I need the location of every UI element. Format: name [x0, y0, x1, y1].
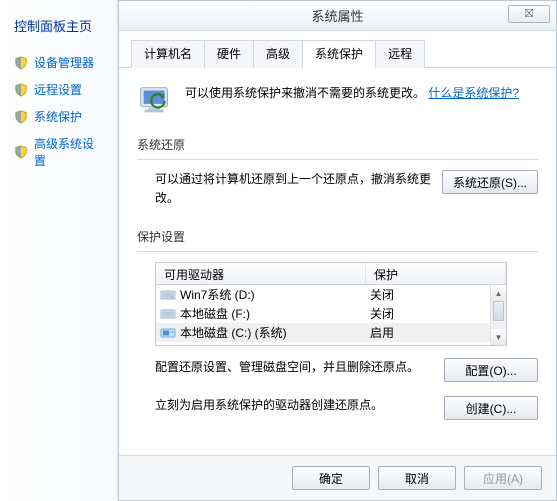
- sidebar-item-label: 远程设置: [34, 81, 82, 98]
- scroll-up-button[interactable]: ▲: [491, 285, 506, 301]
- drive-status: 关闭: [370, 305, 394, 322]
- create-row: 立刻为启用系统保护的驱动器创建还原点。 创建(C)...: [137, 396, 538, 420]
- sidebar-title: 控制面板主页: [0, 16, 117, 49]
- intro-message: 可以使用系统保护来撤消不需要的系统更改。: [185, 86, 425, 100]
- column-header-protection[interactable]: 保护: [366, 263, 506, 284]
- table-row[interactable]: 本地磁盘 (F:) 关闭: [156, 304, 506, 323]
- intro-text: 可以使用系统保护来撤消不需要的系统更改。 什么是系统保护?: [185, 82, 538, 102]
- drive-name: Win7系统 (D:): [180, 286, 370, 303]
- sidebar-item-label: 系统保护: [34, 108, 82, 125]
- close-icon: ⛝: [525, 8, 533, 21]
- tab-system-protection[interactable]: 系统保护: [302, 40, 376, 68]
- system-properties-dialog: 系统属性 ⛝ 计算机名 硬件 高级 系统保护 远程 可以使用系: [118, 0, 557, 501]
- control-panel-sidebar: 控制面板主页 设备管理器 远程设置 系统保护 高级系统设置: [0, 0, 118, 501]
- sidebar-item-label: 设备管理器: [34, 54, 94, 71]
- shield-icon: [14, 56, 28, 70]
- drives-table-body: Win7系统 (D:) 关闭 本地磁盘 (F:) 关闭 本地磁盘 (C:) (系…: [156, 285, 506, 346]
- create-description: 立刻为启用系统保护的驱动器创建还原点。: [155, 396, 434, 414]
- shield-icon: [14, 83, 28, 97]
- configure-row: 配置还原设置、管理磁盘空间，并且删除还原点。 配置(O)...: [137, 358, 538, 382]
- table-row[interactable]: 本地磁盘 (C:) (系统) 启用: [156, 323, 506, 342]
- dialog-footer: 确定 取消 应用(A): [119, 455, 556, 500]
- monitor-restore-icon: [137, 82, 175, 120]
- system-restore-row: 可以通过将计算机还原到上一个还原点，撤消系统更改。 系统还原(S)...: [137, 170, 538, 208]
- vertical-scrollbar[interactable]: ▲ ▼: [490, 285, 506, 345]
- tab-hardware[interactable]: 硬件: [204, 40, 254, 68]
- table-row[interactable]: Win7系统 (D:) 关闭: [156, 285, 506, 304]
- drive-name: 本地磁盘 (C:) (系统): [180, 324, 370, 341]
- tab-computer-name[interactable]: 计算机名: [131, 40, 205, 68]
- create-button[interactable]: 创建(C)...: [444, 396, 538, 420]
- drive-status: 关闭: [370, 286, 394, 303]
- sidebar-item-device-manager[interactable]: 设备管理器: [0, 49, 117, 76]
- protection-settings-group-title: 保护设置: [137, 228, 538, 245]
- drive-status: 关闭: [370, 343, 394, 346]
- hard-drive-icon: [160, 346, 176, 347]
- system-restore-group-title: 系统还原: [137, 136, 538, 153]
- hard-drive-icon: [160, 308, 176, 320]
- table-row[interactable]: 本地磁盘 (E:) 关闭: [156, 342, 506, 346]
- shield-icon: [14, 145, 28, 159]
- drives-table-header: 可用驱动器 保护: [156, 263, 506, 285]
- tabs: 计算机名 硬件 高级 系统保护 远程: [119, 31, 556, 68]
- dialog-titlebar: 系统属性 ⛝: [119, 1, 556, 31]
- sidebar-item-system-protection[interactable]: 系统保护: [0, 103, 117, 130]
- system-drive-icon: [160, 327, 176, 339]
- divider: [137, 251, 538, 252]
- scroll-down-button[interactable]: ▼: [491, 329, 506, 345]
- drive-name: 本地磁盘 (F:): [180, 305, 370, 322]
- hard-drive-icon: [160, 289, 176, 301]
- configure-description: 配置还原设置、管理磁盘空间，并且删除还原点。: [155, 358, 434, 376]
- sidebar-item-remote-settings[interactable]: 远程设置: [0, 76, 117, 103]
- configure-button[interactable]: 配置(O)...: [444, 358, 538, 382]
- apply-button[interactable]: 应用(A): [464, 466, 542, 490]
- dialog-title: 系统属性: [311, 6, 363, 25]
- system-restore-description: 可以通过将计算机还原到上一个还原点，撤消系统更改。: [155, 170, 432, 208]
- sidebar-item-label: 高级系统设置: [34, 135, 103, 169]
- intro-row: 可以使用系统保护来撤消不需要的系统更改。 什么是系统保护?: [137, 82, 538, 120]
- system-restore-button[interactable]: 系统还原(S)...: [442, 170, 538, 194]
- drives-table[interactable]: 可用驱动器 保护 Win7系统 (D:) 关闭 本地磁盘 (F:) 关闭 本地磁…: [155, 262, 507, 346]
- shield-icon: [14, 110, 28, 124]
- tab-advanced[interactable]: 高级: [253, 40, 303, 68]
- what-is-system-protection-link[interactable]: 什么是系统保护?: [428, 86, 519, 100]
- drive-name: 本地磁盘 (E:): [180, 343, 370, 346]
- tab-content: 可以使用系统保护来撤消不需要的系统更改。 什么是系统保护? 系统还原 可以通过将…: [119, 68, 556, 455]
- cancel-button[interactable]: 取消: [378, 466, 456, 490]
- drive-status: 启用: [370, 324, 394, 341]
- divider: [137, 159, 538, 160]
- sidebar-item-advanced-settings[interactable]: 高级系统设置: [0, 130, 117, 174]
- tab-remote[interactable]: 远程: [375, 40, 425, 68]
- column-header-drive[interactable]: 可用驱动器: [156, 263, 366, 284]
- ok-button[interactable]: 确定: [292, 466, 370, 490]
- scroll-thumb[interactable]: [493, 301, 504, 321]
- close-button[interactable]: ⛝: [508, 5, 550, 23]
